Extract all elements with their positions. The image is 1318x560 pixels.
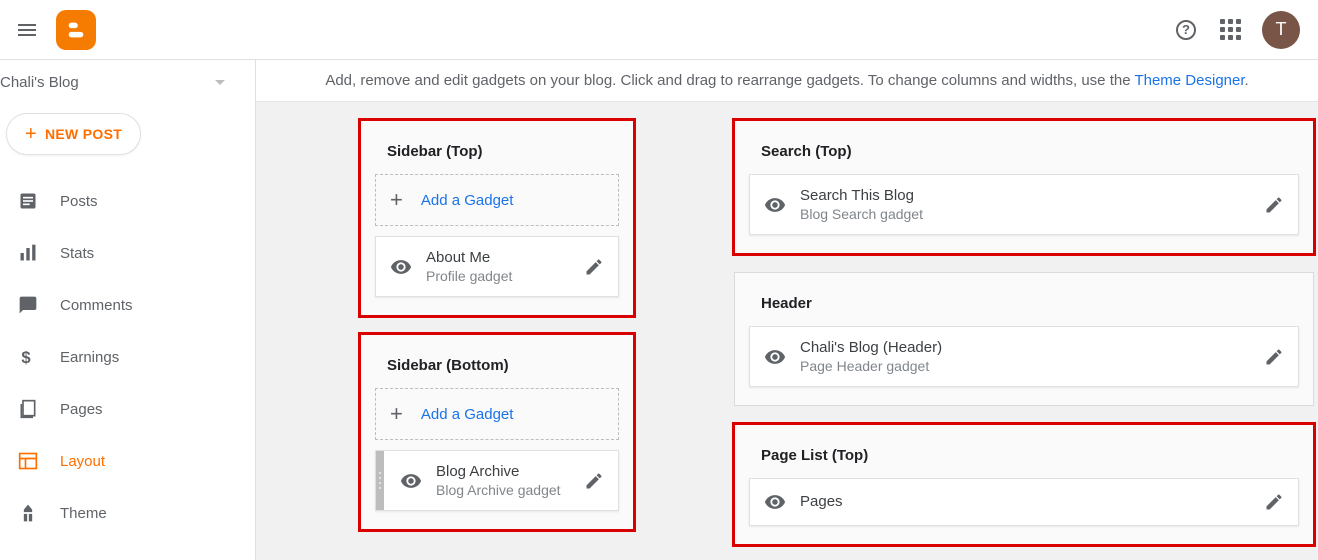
nav-stats[interactable]: Stats bbox=[0, 227, 255, 279]
comments-icon bbox=[16, 293, 40, 317]
nav-label: Stats bbox=[60, 245, 94, 262]
layout-icon bbox=[16, 449, 40, 473]
nav-comments[interactable]: Comments bbox=[0, 279, 255, 331]
pages-icon bbox=[16, 397, 40, 421]
menu-button[interactable] bbox=[10, 21, 44, 39]
new-post-label: NEW POST bbox=[45, 126, 122, 142]
plus-icon: + bbox=[390, 189, 403, 211]
nav-label: Earnings bbox=[60, 349, 119, 366]
instruction-text: Add, remove and edit gadgets on your blo… bbox=[325, 72, 1134, 89]
edit-button[interactable] bbox=[584, 471, 604, 491]
help-button[interactable]: ? bbox=[1174, 18, 1198, 42]
top-bar: ? T bbox=[0, 0, 1318, 60]
apps-button[interactable] bbox=[1218, 18, 1242, 42]
section-title: Sidebar (Bottom) bbox=[367, 349, 619, 388]
nav-label: Layout bbox=[60, 453, 105, 470]
blog-name: Chali's Blog bbox=[0, 74, 79, 91]
add-gadget-button[interactable]: + Add a Gadget bbox=[375, 174, 619, 226]
stats-icon bbox=[16, 241, 40, 265]
section-search-top: Search (Top) Search This Blog Blog Searc… bbox=[734, 120, 1314, 254]
nav-label: Theme bbox=[60, 505, 107, 522]
blogger-logo[interactable] bbox=[56, 10, 96, 50]
gadget-body: Pages bbox=[800, 493, 1250, 512]
gadget-subtitle: Blog Search gadget bbox=[800, 206, 1250, 222]
section-title: Header bbox=[749, 287, 1299, 326]
gadget-body: Search This Blog Blog Search gadget bbox=[800, 187, 1250, 222]
chevron-down-icon bbox=[215, 80, 225, 85]
nav-theme[interactable]: Theme bbox=[0, 487, 255, 539]
gadget-subtitle: Blog Archive gadget bbox=[436, 482, 570, 498]
gadget-body: Blog Archive Blog Archive gadget bbox=[436, 463, 570, 498]
theme-icon bbox=[16, 501, 40, 525]
plus-icon: + bbox=[25, 124, 37, 144]
add-gadget-label: Add a Gadget bbox=[421, 192, 514, 209]
add-gadget-button[interactable]: + Add a Gadget bbox=[375, 388, 619, 440]
section-pagelist-top: Page List (Top) Pages bbox=[734, 424, 1314, 545]
edit-button[interactable] bbox=[1264, 492, 1284, 512]
gadget-title: About Me bbox=[426, 249, 570, 266]
gadget-subtitle: Page Header gadget bbox=[800, 358, 1250, 374]
nav-label: Pages bbox=[60, 401, 103, 418]
edit-button[interactable] bbox=[584, 257, 604, 277]
drag-handle[interactable] bbox=[376, 451, 384, 510]
topbar-right: ? T bbox=[1174, 11, 1308, 49]
gadget-search[interactable]: Search This Blog Blog Search gadget bbox=[749, 174, 1299, 235]
plus-icon: + bbox=[390, 403, 403, 425]
help-icon: ? bbox=[1176, 20, 1196, 40]
edit-button[interactable] bbox=[1264, 347, 1284, 367]
apps-grid-icon bbox=[1220, 19, 1241, 40]
gadget-subtitle: Profile gadget bbox=[426, 268, 570, 284]
section-title: Page List (Top) bbox=[749, 439, 1299, 478]
visibility-icon bbox=[764, 194, 786, 216]
gadget-body: Chali's Blog (Header) Page Header gadget bbox=[800, 339, 1250, 374]
blogger-icon bbox=[65, 19, 87, 41]
nav-posts[interactable]: Posts bbox=[0, 175, 255, 227]
earnings-icon: $ bbox=[16, 345, 40, 369]
nav-list: Posts Stats Comments $ Earnings bbox=[0, 175, 255, 539]
hamburger-icon bbox=[18, 29, 36, 31]
instruction-suffix: . bbox=[1245, 72, 1249, 89]
visibility-icon bbox=[764, 491, 786, 513]
user-avatar[interactable]: T bbox=[1262, 11, 1300, 49]
section-header: Header Chali's Blog (Header) Page Header… bbox=[734, 272, 1314, 406]
new-post-button[interactable]: + NEW POST bbox=[6, 113, 141, 155]
section-title: Sidebar (Top) bbox=[375, 135, 619, 174]
nav-earnings[interactable]: $ Earnings bbox=[0, 331, 255, 383]
instruction-bar: Add, remove and edit gadgets on your blo… bbox=[256, 60, 1318, 102]
gadget-header[interactable]: Chali's Blog (Header) Page Header gadget bbox=[749, 326, 1299, 387]
gadget-title: Search This Blog bbox=[800, 187, 1250, 204]
content-area: Add, remove and edit gadgets on your blo… bbox=[256, 60, 1318, 560]
topbar-left bbox=[10, 10, 96, 50]
layout-right-column: Search (Top) Search This Blog Blog Searc… bbox=[734, 120, 1314, 560]
svg-text:$: $ bbox=[21, 348, 31, 367]
section-sidebar-top: Sidebar (Top) + Add a Gadget About Me Pr… bbox=[360, 120, 634, 316]
edit-button[interactable] bbox=[1264, 195, 1284, 215]
layout-grid: Sidebar (Top) + Add a Gadget About Me Pr… bbox=[256, 102, 1318, 560]
section-sidebar-bottom: Sidebar (Bottom) + Add a Gadget Bl bbox=[360, 334, 634, 530]
nav-label: Posts bbox=[60, 193, 98, 210]
gadget-pages[interactable]: Pages bbox=[749, 478, 1299, 526]
gadget-title: Chali's Blog (Header) bbox=[800, 339, 1250, 356]
section-title: Search (Top) bbox=[749, 135, 1299, 174]
gadget-title: Blog Archive bbox=[436, 463, 570, 480]
blog-selector[interactable]: Chali's Blog bbox=[0, 60, 255, 105]
add-gadget-label: Add a Gadget bbox=[421, 406, 514, 423]
gadget-blog-archive[interactable]: Blog Archive Blog Archive gadget bbox=[375, 450, 619, 511]
nav-layout[interactable]: Layout bbox=[0, 435, 255, 487]
left-sidebar: Chali's Blog + NEW POST Posts Stats bbox=[0, 60, 256, 560]
gadget-body: About Me Profile gadget bbox=[426, 249, 570, 284]
main-area: Chali's Blog + NEW POST Posts Stats bbox=[0, 60, 1318, 560]
nav-label: Comments bbox=[60, 297, 133, 314]
visibility-icon bbox=[390, 256, 412, 278]
visibility-icon bbox=[764, 346, 786, 368]
gadget-title: Pages bbox=[800, 493, 1250, 510]
posts-icon bbox=[16, 189, 40, 213]
nav-pages[interactable]: Pages bbox=[0, 383, 255, 435]
layout-left-column: Sidebar (Top) + Add a Gadget About Me Pr… bbox=[360, 120, 634, 560]
gadget-about-me[interactable]: About Me Profile gadget bbox=[375, 236, 619, 297]
theme-designer-link[interactable]: Theme Designer bbox=[1134, 72, 1244, 89]
visibility-icon bbox=[400, 470, 422, 492]
